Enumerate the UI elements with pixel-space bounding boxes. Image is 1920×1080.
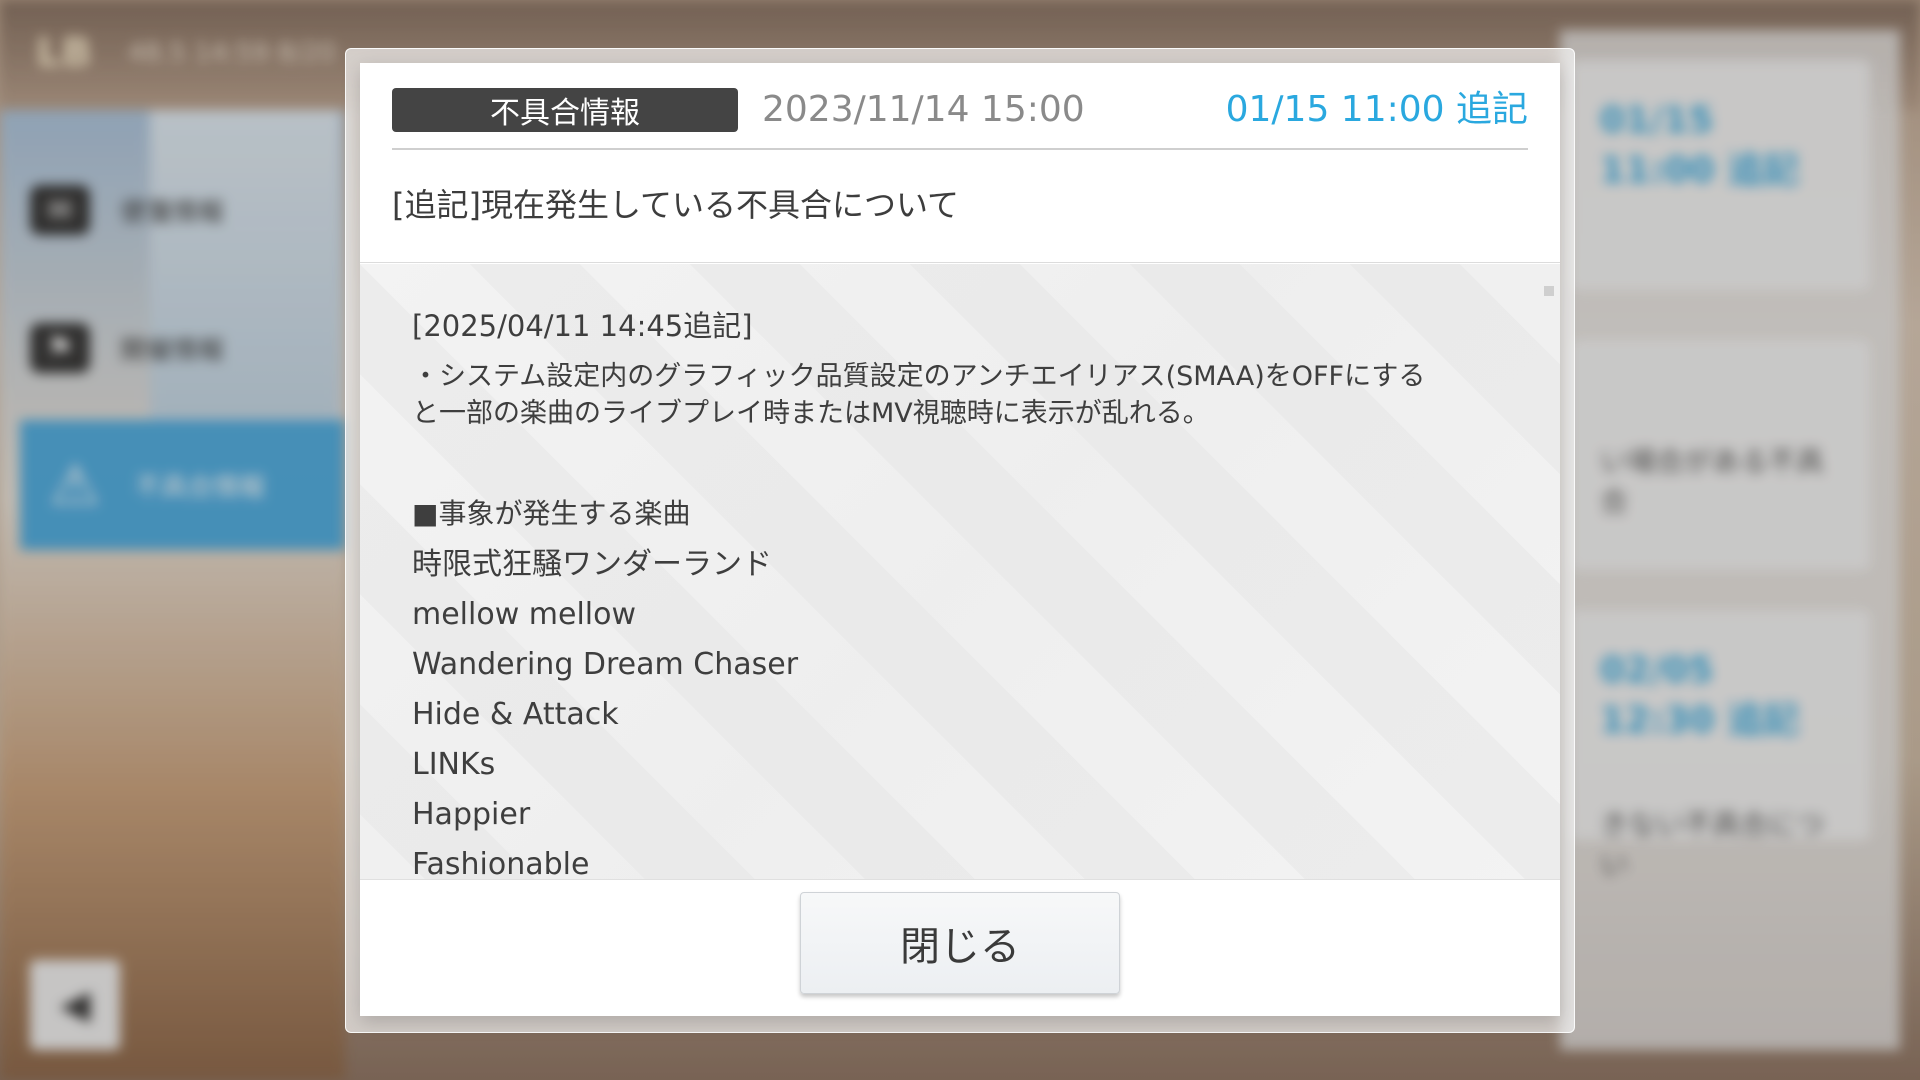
song-list: 時限式狂騒ワンダーランド mellow mellow Wandering Dre…: [412, 540, 1492, 879]
dialog-footer: 閉じる: [360, 879, 1560, 1016]
dialog-header: 不具合情報 2023/11/14 15:00 01/15 11:00 追記 [追…: [360, 63, 1560, 263]
post-date: 2023/11/14 15:00: [762, 89, 1085, 130]
category-badge: 不具合情報: [392, 88, 738, 132]
update-stamp: 01/15 11:00 追記: [1225, 89, 1528, 130]
addendum-stamp: [2025/04/11 14:45追記]: [412, 309, 753, 343]
paragraph-line: ・システム設定内のグラフィック品質設定のアンチエイリアス(SMAA)をOFFにす…: [412, 361, 1426, 392]
song-item: LINKs: [412, 747, 496, 782]
bug-info-dialog: 不具合情報 2023/11/14 15:00 01/15 11:00 追記 [追…: [360, 63, 1560, 1016]
article-title: [追記]現在発生している不具合について: [392, 186, 960, 224]
scrollbar-thumb[interactable]: [1544, 286, 1554, 296]
song-item: 時限式狂騒ワンダーランド: [412, 547, 772, 582]
section-heading: ■事象が発生する楽曲: [412, 497, 691, 530]
song-item: Fashionable: [412, 847, 590, 879]
article-paragraph: ・システム設定内のグラフィック品質設定のアンチエイリアス(SMAA)をOFFにす…: [412, 358, 1492, 432]
close-button[interactable]: 閉じる: [800, 892, 1120, 994]
article-content: [2025/04/11 14:45追記] ・システム設定内のグラフィック品質設定…: [412, 304, 1492, 879]
song-item: mellow mellow: [412, 597, 637, 632]
header-divider: [392, 148, 1528, 150]
song-item: Happier: [412, 797, 531, 832]
song-item: Wandering Dream Chaser: [412, 647, 799, 682]
dialog-body-scroll[interactable]: [2025/04/11 14:45追記] ・システム設定内のグラフィック品質設定…: [360, 264, 1560, 879]
paragraph-line: と一部の楽曲のライブプレイ時またはMV視聴時に表示が乱れる。: [412, 398, 1210, 429]
song-item: Hide & Attack: [412, 697, 619, 732]
